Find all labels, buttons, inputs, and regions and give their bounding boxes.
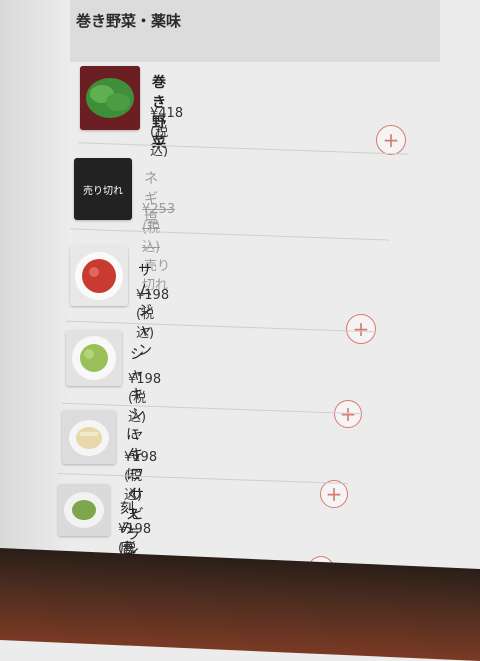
wasabi-dish-image: [66, 330, 122, 386]
sauce-dish-image: [70, 246, 128, 306]
item-image-kizami-togarashi: [58, 484, 110, 536]
lettuce-image: [80, 66, 140, 130]
divider: [78, 142, 408, 155]
item-image-ninniku-slice: [62, 410, 116, 464]
plus-icon: +: [382, 128, 400, 152]
sold-out-badge: 売り切れ: [74, 158, 132, 220]
add-button-maki-yasai[interactable]: +: [376, 125, 406, 155]
device-bezel: [0, 548, 480, 661]
chili-dish-image: [58, 484, 110, 536]
item-image-negi-shio: 売り切れ: [74, 158, 132, 220]
plus-icon: +: [339, 402, 357, 426]
item-price: ¥198 (税込): [128, 372, 162, 425]
garlic-dish-image: [62, 410, 116, 464]
item-price: ¥418 (税込): [150, 106, 184, 159]
item-price: ¥253 (税込): [142, 202, 176, 255]
plus-icon: +: [352, 317, 370, 341]
item-price: ¥198 (税込): [136, 288, 170, 341]
item-image-samjang: [70, 246, 128, 306]
divider: [70, 228, 390, 241]
divider: [58, 472, 348, 485]
screen-edge-shade: [0, 0, 70, 640]
add-button-samjang[interactable]: +: [346, 314, 376, 344]
add-button-ninniku-slice[interactable]: +: [320, 480, 348, 508]
item-image-shaki-wasabi: [66, 330, 122, 386]
section-title: 巻き野菜・薬味: [76, 12, 182, 30]
plus-icon: +: [325, 482, 343, 506]
item-image-maki-yasai: [80, 66, 140, 130]
